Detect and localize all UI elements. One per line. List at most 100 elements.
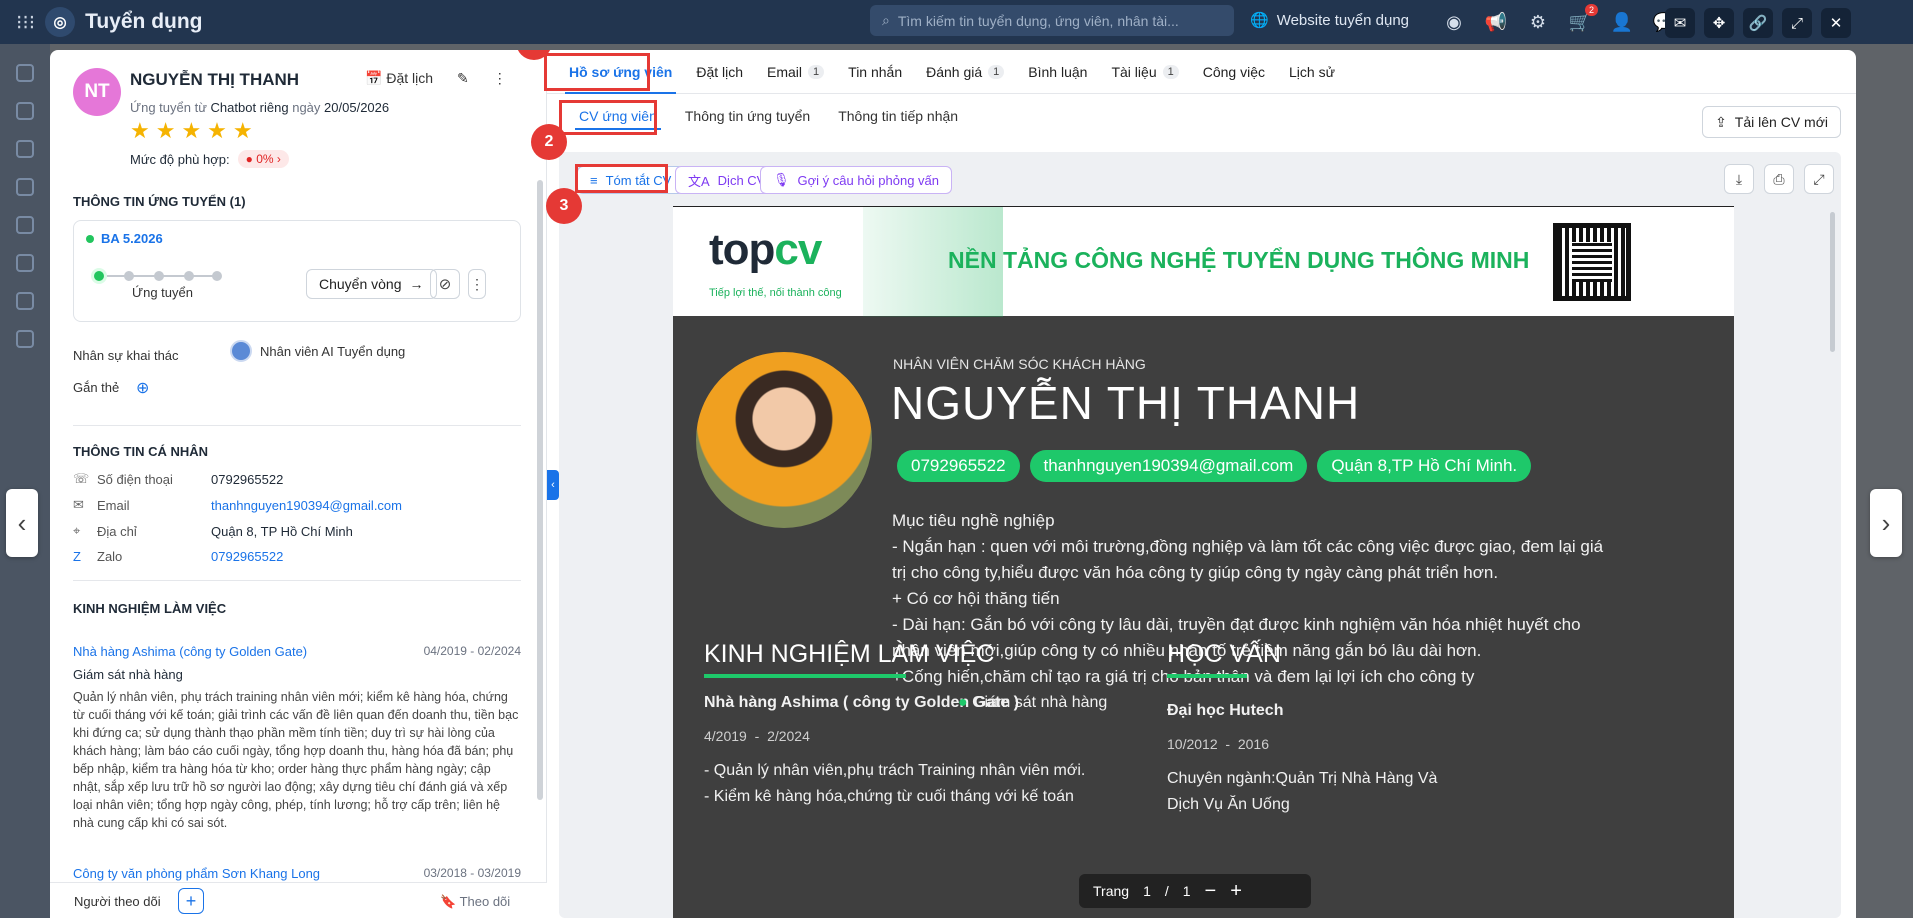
nav-icon[interactable] — [16, 254, 34, 272]
tab-history[interactable]: Lịch sử — [1277, 50, 1347, 94]
page-sep: / — [1164, 883, 1169, 899]
zalo-label: Zalo — [97, 549, 123, 564]
objective-line: Mục tiêu nghề nghiệp — [892, 511, 1055, 530]
gear-icon[interactable]: ⚙ — [1524, 8, 1552, 36]
tab-messages[interactable]: Tin nhắn — [836, 50, 914, 94]
rating-stars[interactable]: ★★★★★ — [130, 118, 259, 144]
schedule-button[interactable]: 📅 Đặt lịch — [365, 70, 433, 87]
add-tag-icon[interactable]: ⊕ — [136, 378, 149, 398]
sub-tabs: CV ứng viên Thông tin ứng tuyển Thông ti… — [547, 94, 1856, 138]
tab-evaluation[interactable]: Đánh giá 1 — [914, 50, 1016, 94]
tab-label: Tài liệu — [1111, 63, 1157, 80]
download-icon[interactable]: ⤓ — [1724, 164, 1754, 194]
experience-period: 03/2018 - 03/2019 — [423, 866, 521, 880]
zoom-out-icon[interactable]: − — [1205, 880, 1217, 903]
reject-button[interactable]: ⊘ — [430, 269, 460, 299]
logo-part: top — [709, 225, 775, 274]
highlight-box — [575, 164, 668, 193]
link-icon[interactable]: 🔗 — [1743, 8, 1773, 38]
interview-label: Gợi ý câu hỏi phỏng vấn — [797, 172, 940, 188]
close-icon[interactable]: ✕ — [1821, 8, 1851, 38]
globe-icon: 🌐 — [1250, 12, 1269, 29]
candidate-name: NGUYỄN THỊ THANH — [130, 70, 300, 89]
prev-candidate-button[interactable]: ‹ — [6, 489, 38, 557]
tab-comments[interactable]: Bình luận — [1016, 50, 1099, 94]
applied-info: Ứng tuyển từ Chatbot riêng ngày 20/05/20… — [130, 100, 389, 115]
global-search-input[interactable]: ⌕ Tìm kiếm tin tuyển dụng, ứng viên, nhâ… — [870, 5, 1234, 36]
apps-grid-icon[interactable]: ⁝⁝⁝ — [16, 10, 35, 35]
nav-icon[interactable] — [16, 330, 34, 348]
nav-icon[interactable] — [16, 140, 34, 158]
cv-exp-period: 4/2019 - 2/2024 — [704, 728, 810, 744]
schedule-label: Đặt lịch — [386, 70, 434, 86]
more-icon[interactable]: ⋮ — [493, 70, 507, 87]
stage-dot — [124, 271, 134, 281]
tab-documents[interactable]: Tài liệu 1 — [1099, 50, 1190, 94]
tab-label: Đặt lịch — [696, 63, 744, 80]
phone-icon: ☏ — [73, 471, 90, 486]
user-avatar-icon[interactable]: ◉ — [1440, 8, 1468, 36]
address-value: Quận 8, TP Hồ Chí Minh — [211, 523, 353, 539]
highlight-box — [544, 53, 650, 91]
zalo-value[interactable]: 0792965522 — [211, 549, 283, 564]
plus-icon: + — [185, 890, 197, 911]
recruiter-avatar — [230, 340, 252, 362]
tab-label: Công việc — [1202, 63, 1265, 80]
interview-questions-button[interactable]: 🎙 Gợi ý câu hỏi phỏng vấn — [760, 166, 953, 194]
background-page — [1856, 44, 1913, 918]
upload-icon: ⇪ — [1715, 113, 1727, 130]
megaphone-icon[interactable]: 📢 — [1482, 8, 1510, 36]
match-pill[interactable]: ● 0% › — [237, 150, 289, 168]
tab-schedule[interactable]: Đặt lịch — [684, 50, 755, 94]
cart-icon[interactable]: 🛒 2 — [1566, 4, 1598, 36]
website-link[interactable]: 🌐 Website tuyển dụng — [1250, 11, 1409, 30]
move-icon[interactable]: ✥ — [1704, 8, 1734, 38]
page-current[interactable]: 1 — [1143, 883, 1151, 899]
email-value[interactable]: thanhnguyen190394@gmail.com — [211, 498, 402, 513]
location-icon: ⌖ — [73, 523, 81, 538]
candidate-modal: NT NGUYỄN THỊ THANH 📅 Đặt lịch ✎ ⋮ Ứng t… — [50, 50, 1856, 918]
zoom-in-icon[interactable]: + — [1230, 880, 1242, 903]
scrollbar[interactable] — [537, 180, 543, 800]
subtab-intake-info[interactable]: Thông tin tiếp nhận — [824, 94, 972, 138]
avatar: NT — [73, 68, 121, 116]
applied-day-word: ngày — [292, 100, 321, 115]
step-marker: 2 — [531, 124, 567, 160]
move-stage-button[interactable]: Chuyển vòng → — [306, 269, 437, 299]
role-dot: ● — [958, 694, 973, 711]
tab-email[interactable]: Email 1 — [755, 50, 836, 94]
next-candidate-button[interactable]: › — [1870, 489, 1902, 557]
tab-label: Lịch sử — [1289, 63, 1335, 80]
cv-email: thanhnguyen190394@gmail.com — [1029, 450, 1308, 482]
side-rail — [0, 44, 50, 918]
experience-description: Quản lý nhân viên, phụ trách training nh… — [73, 690, 519, 830]
nav-icon[interactable] — [16, 292, 34, 310]
cv-edu-school: Đại học Hutech — [1167, 702, 1284, 719]
follower-label: Người theo dõi — [74, 894, 161, 909]
period-to: 2/2024 — [767, 728, 810, 744]
tab-tasks[interactable]: Công việc — [1191, 50, 1277, 94]
match-value: 0% — [256, 152, 274, 166]
add-follower-button[interactable]: + — [178, 888, 204, 914]
print-icon[interactable]: ⎙ — [1764, 164, 1794, 194]
cv-exp-line: - Kiểm kê hàng hóa,chứng từ cuối tháng v… — [704, 788, 1074, 805]
nav-icon[interactable] — [16, 178, 34, 196]
divider — [73, 425, 521, 426]
tab-count: 1 — [808, 64, 825, 79]
pipeline-job[interactable]: BA 5.2026 — [86, 231, 163, 246]
follow-label: Theo dõi — [459, 894, 511, 909]
upload-cv-button[interactable]: ⇪ Tải lên CV mới — [1702, 106, 1841, 138]
nav-icon[interactable] — [16, 64, 34, 82]
candidate-photo — [696, 352, 872, 528]
nav-icon[interactable] — [16, 216, 34, 234]
messenger-icon[interactable]: ✉ — [1665, 8, 1695, 38]
pipeline-more-button[interactable]: ⋮ — [468, 269, 486, 299]
follow-button[interactable]: 🔖 Theo dõi — [440, 894, 510, 910]
nav-icon[interactable] — [16, 102, 34, 120]
subtab-application-info[interactable]: Thông tin ứng tuyển — [671, 94, 824, 138]
scrollbar[interactable] — [1830, 212, 1835, 352]
fullscreen-icon[interactable]: ⤢ — [1804, 164, 1834, 194]
edit-icon[interactable]: ✎ — [457, 70, 469, 87]
add-user-icon[interactable]: 👤 — [1608, 8, 1636, 36]
expand-icon[interactable]: ⤢ — [1782, 8, 1812, 38]
